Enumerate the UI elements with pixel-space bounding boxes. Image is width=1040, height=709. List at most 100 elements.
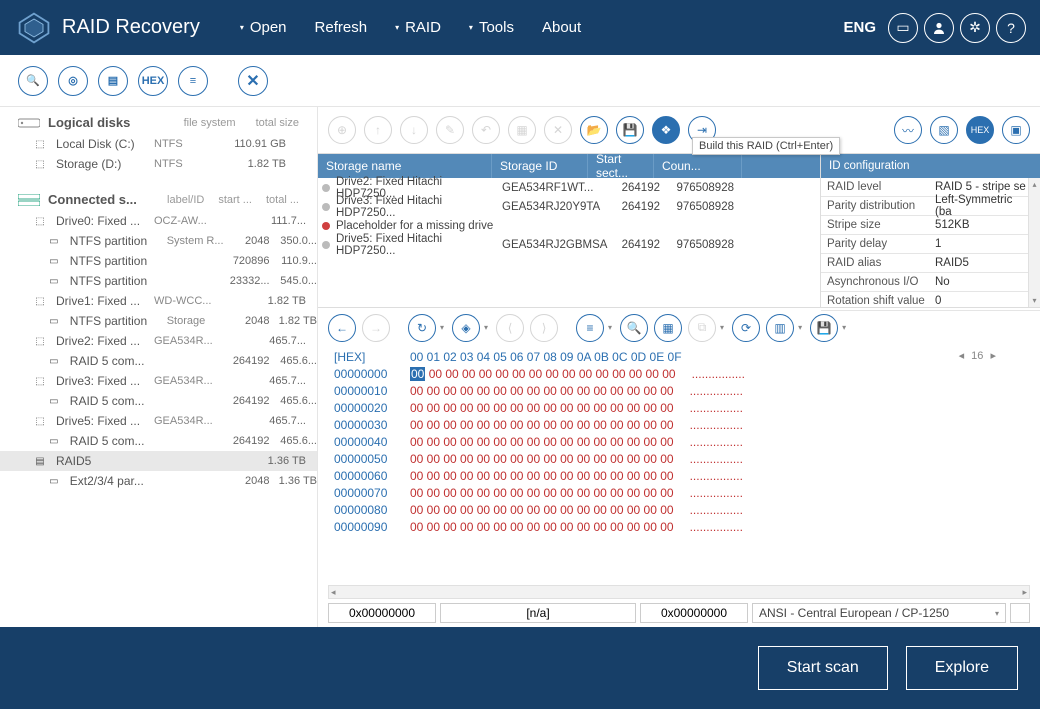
hex-row[interactable]: 0000006000 00 00 00 00 00 00 00 00 00 00… (334, 468, 1030, 485)
help-icon[interactable]: ? (996, 13, 1026, 43)
step-fwd-icon: ⟩ (530, 314, 558, 342)
config-row[interactable]: Rotation shift value0 (821, 292, 1040, 311)
storage-tree-row[interactable]: ⬚Drive2: Fixed ...GEA534R...465.7... (0, 331, 317, 351)
hex-page-nav: ◂ 16 ▸ (955, 349, 1000, 362)
hex-row[interactable]: 0000009000 00 00 00 00 00 00 00 00 00 00… (334, 519, 1030, 536)
edit-icon: ✎ (436, 116, 464, 144)
offset-field-2[interactable]: 0x00000000 (640, 603, 748, 623)
hex-mode-icon[interactable]: HEX (138, 66, 168, 96)
search-icon[interactable]: 🔍 (18, 66, 48, 96)
config-row[interactable]: RAID aliasRAID5 (821, 254, 1040, 273)
open-folder-icon[interactable]: 📂 (580, 116, 608, 144)
hex-row[interactable]: 0000003000 00 00 00 00 00 00 00 00 00 00… (334, 417, 1030, 434)
panel-icon[interactable]: ▦ (654, 314, 682, 342)
list-icon[interactable]: ≡ (178, 66, 208, 96)
col-storage-name[interactable]: Storage name (318, 154, 492, 178)
hex-toolbar: ← → ↻▾ ◈▾ ⟨ ⟩ ≡▾ 🔍 ▦ ⧉▾ ⟳ ▥▾ 💾▾ (318, 307, 1040, 347)
hex-next-page[interactable]: ▸ (986, 350, 1000, 362)
hex-viewer: ◂ 16 ▸ [HEX]00 01 02 03 04 05 06 07 08 0… (318, 347, 1040, 583)
close-icon[interactable]: ✕ (238, 66, 268, 96)
logical-section-head: Logical disks file systemtotal size (0, 111, 317, 134)
language-switch[interactable]: ENG (843, 19, 876, 36)
raid-toolbar: ⊕ ↑ ↓ ✎ ↶ ▦ ✕ 📂 💾 ❖ ⇥ 〰 ▧ HEX ▣ Build th… (318, 107, 1040, 153)
config-row[interactable]: Stripe size512KB▾ (821, 216, 1040, 235)
right-panel: ⊕ ↑ ↓ ✎ ↶ ▦ ✕ 📂 💾 ❖ ⇥ 〰 ▧ HEX ▣ Build th… (318, 107, 1040, 627)
refresh-icon[interactable]: ⟳ (732, 314, 760, 342)
storage-icon (18, 194, 40, 206)
start-scan-button[interactable]: Start scan (758, 646, 888, 690)
config-row[interactable]: Parity distributionLeft-Symmetric (ba▾ (821, 197, 1040, 216)
bookmark-icon[interactable]: ◈ (452, 314, 480, 342)
storage-tree-row[interactable]: ⬚Drive5: Fixed ...GEA534R...465.7... (0, 411, 317, 431)
app-logo (14, 8, 54, 48)
nav-back-icon[interactable]: ← (328, 314, 356, 342)
layout-icon[interactable]: ▣ (1002, 116, 1030, 144)
hex-row[interactable]: 0000005000 00 00 00 00 00 00 00 00 00 00… (334, 451, 1030, 468)
save-hex-icon[interactable]: 💾 (810, 314, 838, 342)
storage-tree-row[interactable]: ▭RAID 5 com...264192465.6... (0, 351, 317, 371)
settings-icon[interactable]: ✲ (960, 13, 990, 43)
main-area: Logical disks file systemtotal size ⬚Loc… (0, 107, 1040, 627)
up-icon: ↑ (364, 116, 392, 144)
col-start-sector[interactable]: Start sect... (588, 154, 654, 178)
storage-row[interactable]: Drive3: Fixed Hitachi HDP7250...GEA534RJ… (318, 197, 820, 216)
columns-icon[interactable]: ▥ (766, 314, 794, 342)
explore-button[interactable]: Explore (906, 646, 1018, 690)
build-raid-icon[interactable]: ❖ (652, 116, 680, 144)
menu-list-icon[interactable]: ≡ (576, 314, 604, 342)
hex-row[interactable]: 0000008000 00 00 00 00 00 00 00 00 00 00… (334, 502, 1030, 519)
storage-row[interactable]: Drive5: Fixed Hitachi HDP7250...GEA534RJ… (318, 235, 820, 254)
zoom-icon[interactable]: 🔍 (620, 314, 648, 342)
hex-row[interactable]: 0000001000 00 00 00 00 00 00 00 00 00 00… (334, 383, 1030, 400)
first-icon: ⊕ (328, 116, 356, 144)
storage-tree-row[interactable]: ▭RAID 5 com...264192465.6... (0, 391, 317, 411)
menu-open[interactable]: ▾Open (240, 19, 287, 36)
offset-field-1[interactable]: 0x00000000 (328, 603, 436, 623)
pulse-icon[interactable]: 〰 (894, 116, 922, 144)
disk-tree: Logical disks file systemtotal size ⬚Loc… (0, 107, 318, 627)
storage-tree-row[interactable]: ⬚Drive1: Fixed ...WD-WCC...1.82 TB (0, 291, 317, 311)
remove-icon: ✕ (544, 116, 572, 144)
user-icon[interactable] (924, 13, 954, 43)
storage-tree-row[interactable]: ⬚Drive3: Fixed ...GEA534R...465.7... (0, 371, 317, 391)
menu-refresh[interactable]: Refresh (315, 19, 368, 36)
target-icon[interactable]: ◎ (58, 66, 88, 96)
hex-toggle-icon[interactable]: HEX (966, 116, 994, 144)
step-back-icon: ⟨ (496, 314, 524, 342)
save-icon[interactable]: 💾 (616, 116, 644, 144)
config-row[interactable]: Asynchronous I/ONo▾ (821, 273, 1040, 292)
hex-row[interactable]: 0000007000 00 00 00 00 00 00 00 00 00 00… (334, 485, 1030, 502)
hex-row[interactable]: 0000004000 00 00 00 00 00 00 00 00 00 00… (334, 434, 1030, 451)
menu-tools[interactable]: ▾Tools (469, 19, 514, 36)
storage-tree-row[interactable]: ▭NTFS partition720896110.9... (0, 251, 317, 271)
config-scrollbar[interactable]: ▴▾ (1028, 178, 1040, 307)
doc-icon[interactable]: ▤ (98, 66, 128, 96)
col-count[interactable]: Coun... (654, 154, 742, 178)
status-square (1010, 603, 1030, 623)
storage-tree-row[interactable]: ▭NTFS partitionStorage20481.82 TB (0, 311, 317, 331)
hex-row[interactable]: 0000000000 00 00 00 00 00 00 00 00 00 00… (334, 366, 1030, 383)
down-icon: ↓ (400, 116, 428, 144)
storage-tree-row[interactable]: ▭NTFS partition23332...545.0... (0, 271, 317, 291)
config-row[interactable]: Parity delay1 (821, 235, 1040, 254)
storage-tree-row[interactable]: ▭RAID 5 com...264192465.6... (0, 431, 317, 451)
logical-disk-row[interactable]: ⬚Local Disk (C:)NTFS110.91 GB (0, 134, 317, 154)
storage-tree-row[interactable]: ▤RAID51.36 TB (0, 451, 317, 471)
storage-tree-row[interactable]: ▭NTFS partitionSystem R...2048350.0... (0, 231, 317, 251)
feedback-icon[interactable]: ▭ (888, 13, 918, 43)
col-storage-id[interactable]: Storage ID (492, 154, 588, 178)
storage-tree-row[interactable]: ⬚Drive0: Fixed ...OCZ-AW...111.7... (0, 211, 317, 231)
hex-prev-page[interactable]: ◂ (955, 350, 969, 362)
hex-row[interactable]: 0000002000 00 00 00 00 00 00 00 00 00 00… (334, 400, 1030, 417)
value-field[interactable]: [n/a] (440, 603, 636, 623)
logical-disk-row[interactable]: ⬚Storage (D:)NTFS1.82 TB (0, 154, 317, 174)
tooltip-build-raid: Build this RAID (Ctrl+Enter) (692, 137, 840, 155)
menu-raid[interactable]: ▾RAID (395, 19, 441, 36)
menu-about[interactable]: About (542, 19, 581, 36)
storage-table: Storage name Storage ID Start sect... Co… (318, 154, 820, 307)
encoding-select[interactable]: ANSI - Central European / CP-1250▾ (752, 603, 1006, 623)
chart-icon[interactable]: ▧ (930, 116, 958, 144)
redo-icon[interactable]: ↻ (408, 314, 436, 342)
storage-tree-row[interactable]: ▭Ext2/3/4 par...20481.36 TB (0, 471, 317, 491)
hex-h-scrollbar[interactable]: ◂▸ (328, 585, 1030, 599)
